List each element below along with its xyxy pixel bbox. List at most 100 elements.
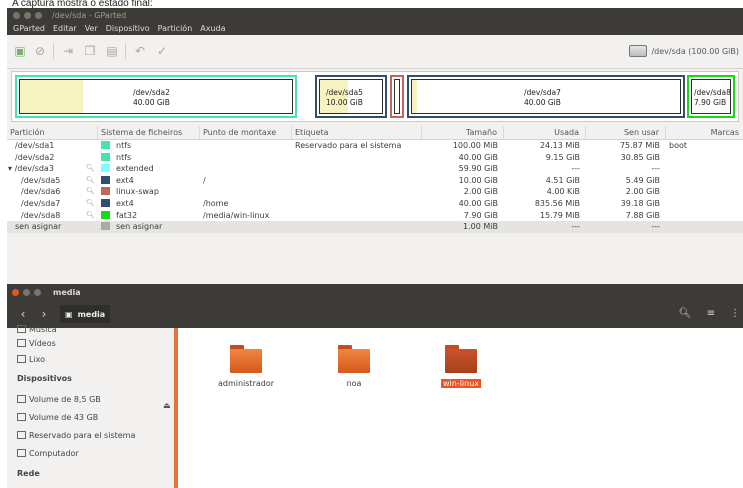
table-row[interactable]: /dev/sda7 🔍︎ ext4/home 40.00 GiB 835.56 MiB 3… (7, 197, 743, 210)
toolbar-separator (53, 43, 54, 59)
close-icon[interactable] (13, 11, 20, 19)
menu-axuda[interactable]: Axuda (200, 24, 225, 33)
cell-size: 2.00 GiB (463, 187, 498, 197)
sidebar-item-reserved[interactable]: Reservado para el sistema (17, 428, 135, 444)
close-icon[interactable] (12, 288, 19, 296)
cell-filesystem: fat32 (98, 210, 200, 222)
forward-arrow-icon[interactable]: › (34, 306, 54, 322)
table-row[interactable]: /dev/sda6 🔍︎ linux-swap 2.00 GiB 4.00 KiB 2.0… (7, 186, 743, 198)
menu-icon[interactable]: ⋮ (727, 306, 743, 322)
list-view-icon[interactable]: ≡ (703, 306, 719, 322)
minimize-icon[interactable] (23, 288, 30, 296)
table-row[interactable]: /dev/sda2 ntfs 40.00 GiB 9.15 GiB 30.85 GiB (7, 151, 743, 164)
table-row[interactable]: /dev/sda1 ntfs Reservado para el sistema 10… (7, 140, 743, 152)
path-bar-button[interactable]: ▣ media (60, 305, 111, 323)
cell-partition: /dev/sda7 🔍︎ (7, 198, 98, 210)
column-header[interactable]: Tamaño (422, 126, 504, 139)
maximize-icon[interactable] (35, 11, 42, 19)
lock-icon: 🔍︎ (86, 164, 95, 173)
resize-icon[interactable]: ⇥ (61, 44, 75, 58)
drive-icon (17, 431, 26, 439)
maximize-icon[interactable] (34, 288, 41, 296)
partition-map-sda2[interactable]: /dev/sda2 40.00 GiB (15, 75, 297, 118)
table-row[interactable]: sen asignar sen asignar 1.00 MiB --- --- (7, 221, 743, 233)
filesystem-name: ntfs (116, 141, 132, 150)
cell-used: 15.79 MiB (539, 210, 580, 220)
menu-dispositivo[interactable]: Dispositivo (106, 24, 150, 33)
filesystem-color-icon (101, 152, 110, 161)
copy-icon[interactable]: ❐ (83, 44, 97, 58)
folder-name: win-linux (440, 379, 482, 388)
menu-gparted[interactable]: GParted (13, 24, 45, 33)
cell-size: 59.90 GiB (458, 164, 498, 174)
filesystem-name: extended (116, 164, 154, 174)
folder-noa[interactable]: noa (314, 345, 394, 388)
segment-size: 40.00 GiB (524, 98, 561, 107)
cell-mountpoint: /home (203, 198, 229, 208)
search-icon[interactable]: 🔍︎ (677, 306, 693, 322)
partition-map-sda5[interactable]: /dev/sda5 10.00 GiB (315, 75, 387, 118)
partition-map-sda7[interactable]: /dev/sda7 40.00 GiB (407, 75, 685, 118)
cell-flags (666, 210, 743, 222)
music-icon (17, 325, 26, 333)
cell-used: 4.00 KiB (546, 187, 580, 197)
table-row[interactable]: ▾ /dev/sda3 🔍︎ extended 59.90 GiB --- --- (7, 163, 743, 175)
gparted-menubar: GParted Editar Ver Dispositivo Partición… (7, 22, 743, 35)
minimize-icon[interactable] (24, 11, 31, 19)
table-row[interactable]: /dev/sda8 🔍︎ fat32/media/win-linux 7.90 GiB… (7, 209, 743, 222)
gparted-toolbar: ▣ ⊘ ⇥ ❐ ▤ ↶ ✓ /dev/sda (100.00 GiB) (7, 35, 743, 69)
filesystem-color-icon (101, 175, 110, 184)
partition-map: /dev/sda2 40.00 GiB /dev/sda5 10.00 GiB /d… (11, 71, 739, 122)
sidebar-item-computer[interactable]: Computador (17, 446, 79, 462)
sidebar-item-volume-8gb[interactable]: Volume de 8,5 GB (17, 392, 101, 408)
partition-map-sda8[interactable]: /dev/sda8 7.90 GiB (687, 75, 735, 118)
sidebar-item-videos[interactable]: Vídeos (17, 336, 56, 352)
cell-label (292, 210, 422, 222)
cell-used: 4.51 GiB (545, 175, 580, 185)
column-header[interactable]: Sistema de ficheiros (98, 126, 200, 139)
eject-icon[interactable]: ⏏ (163, 401, 171, 410)
menu-ver[interactable]: Ver (85, 24, 98, 33)
sidebar-item-label: Reservado para el sistema (29, 431, 136, 440)
segment-name: /dev/sda7 (524, 88, 561, 97)
column-header[interactable]: Partición (7, 126, 98, 139)
device-selector[interactable]: /dev/sda (100.00 GiB) (629, 43, 739, 59)
menu-particion[interactable]: Partición (158, 24, 193, 33)
sidebar-item-volume-43gb[interactable]: Volume de 43 GB (17, 410, 98, 426)
menu-editar[interactable]: Editar (53, 24, 77, 33)
paste-icon[interactable]: ▤ (105, 44, 119, 58)
cell-label (292, 186, 422, 198)
sidebar-item-trash[interactable]: Lixo (17, 352, 45, 368)
folder-administrador[interactable]: administrador (206, 345, 286, 388)
segment-name: /dev/sda5 (326, 88, 363, 97)
back-arrow-icon[interactable]: ‹ (13, 306, 33, 322)
new-partition-icon[interactable]: ▣ (13, 44, 27, 58)
cell-label (292, 163, 422, 175)
column-header[interactable]: Punto de montaxe (200, 126, 292, 139)
sidebar-item-label: Volume de 8,5 GB (29, 395, 101, 404)
delete-icon[interactable]: ⊘ (33, 44, 47, 58)
table-row[interactable]: /dev/sda5 🔍︎ ext4 / 10.00 GiB 4.51 GiB 5.49 Gi… (7, 174, 743, 187)
undo-icon[interactable]: ↶ (133, 44, 147, 58)
column-header[interactable]: Sen usar (586, 126, 666, 139)
trash-icon (17, 355, 26, 363)
apply-icon[interactable]: ✓ (155, 44, 169, 58)
partition-map-sda6[interactable] (390, 75, 404, 118)
column-header[interactable]: Etiqueta (292, 126, 422, 139)
cell-size: 100.00 MiB (452, 141, 498, 150)
cell-partition: /dev/sda2 (7, 152, 98, 164)
cell-flags (666, 221, 743, 233)
column-header[interactable]: Usada (504, 126, 586, 139)
partition-name: /dev/sda8 (21, 210, 61, 220)
cell-mountpoint (200, 152, 292, 164)
sidebar-heading-network: Rede (17, 469, 40, 478)
folder-icon (443, 345, 479, 375)
column-header[interactable]: Marcas (666, 126, 743, 139)
video-icon (17, 339, 26, 347)
computer-icon (17, 449, 26, 457)
cell-used: 9.15 GiB (545, 152, 580, 162)
segment-size: 40.00 GiB (133, 98, 170, 107)
segment-size: 10.00 GiB (326, 98, 363, 107)
folder-win-linux[interactable]: win-linux (421, 345, 501, 388)
page-caption: A captura mostra o estado final: (0, 0, 743, 8)
